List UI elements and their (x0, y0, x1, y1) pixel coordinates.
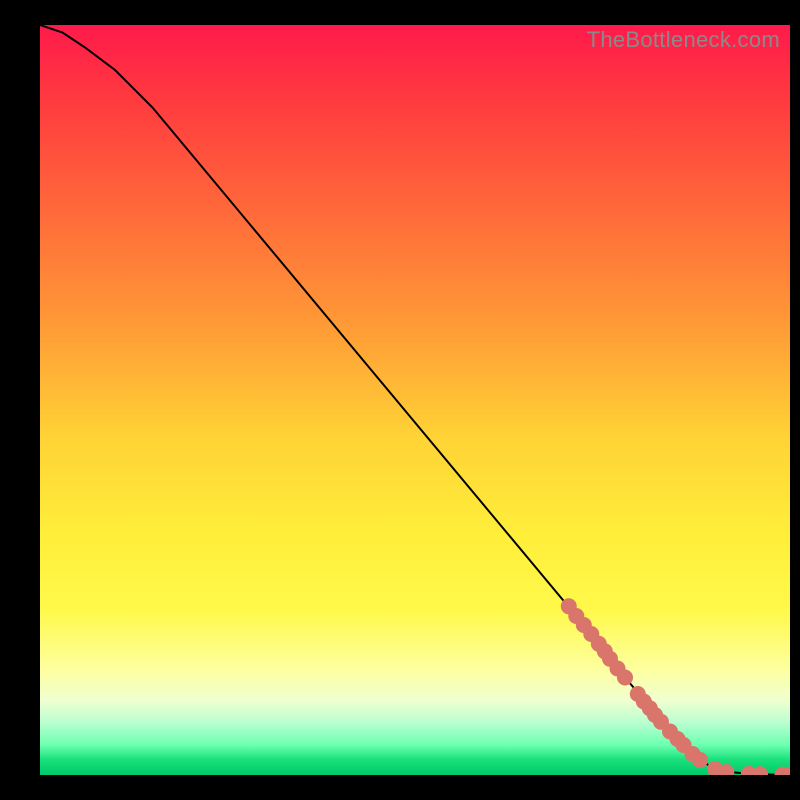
chart-overlay (40, 25, 790, 775)
data-point-marker (617, 670, 633, 686)
curve-markers (561, 598, 790, 775)
chart-frame: TheBottleneck.com (0, 0, 800, 800)
data-point-marker (752, 766, 768, 775)
data-point-marker (692, 752, 708, 768)
bottleneck-curve (40, 25, 790, 775)
plot-area: TheBottleneck.com (40, 25, 790, 775)
